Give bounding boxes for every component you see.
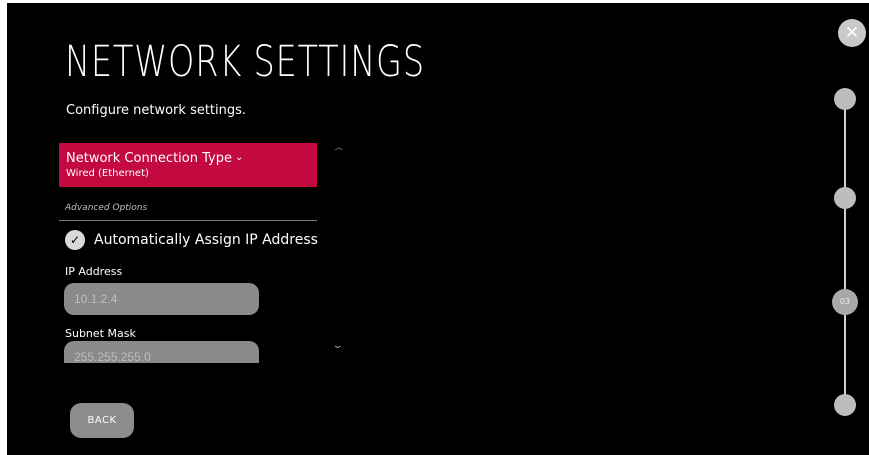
chevron-down-icon: ⌄: [234, 152, 244, 163]
stepper-line: [844, 99, 846, 405]
close-icon: ✕: [844, 23, 860, 43]
auto-assign-ip-checkbox[interactable]: ✓ Automatically Assign IP Address: [65, 229, 318, 251]
close-button[interactable]: ✕: [838, 19, 866, 47]
section-divider: [59, 220, 317, 221]
connection-type-label-row: Network Connection Type ⌄: [66, 149, 317, 167]
connection-type-value: Wired (Ethernet): [66, 168, 149, 179]
connection-type-label: Network Connection Type: [66, 151, 232, 166]
ip-address-label: IP Address: [65, 265, 123, 278]
scroll-up-arrow-icon[interactable]: ^: [333, 147, 345, 157]
step-dot-current: 03: [832, 289, 858, 315]
checkmark-icon: ✓: [65, 230, 85, 250]
advanced-options-label: Advanced Options: [65, 203, 148, 213]
page-title: NETWORK SETTINGS: [65, 37, 425, 87]
auto-assign-ip-label: Automatically Assign IP Address: [94, 232, 318, 248]
step-dot-2: [834, 187, 856, 209]
scroll-down-arrow-icon[interactable]: ⌄: [332, 341, 344, 351]
page-subtitle: Configure network settings.: [66, 103, 247, 118]
list-clip-region: 255.255.255.0: [7, 333, 327, 363]
ip-address-input[interactable]: 10.1.2.4: [64, 283, 259, 315]
subnet-mask-input[interactable]: 255.255.255.0: [64, 341, 259, 363]
step-dot-1: [834, 88, 856, 110]
step-dot-4: [834, 394, 856, 416]
back-button[interactable]: BACK: [70, 403, 134, 438]
network-connection-type-dropdown[interactable]: Network Connection Type ⌄ Wired (Ethernet…: [59, 143, 317, 187]
network-settings-screen: ✕ NETWORK SETTINGS Configure network set…: [7, 3, 869, 455]
